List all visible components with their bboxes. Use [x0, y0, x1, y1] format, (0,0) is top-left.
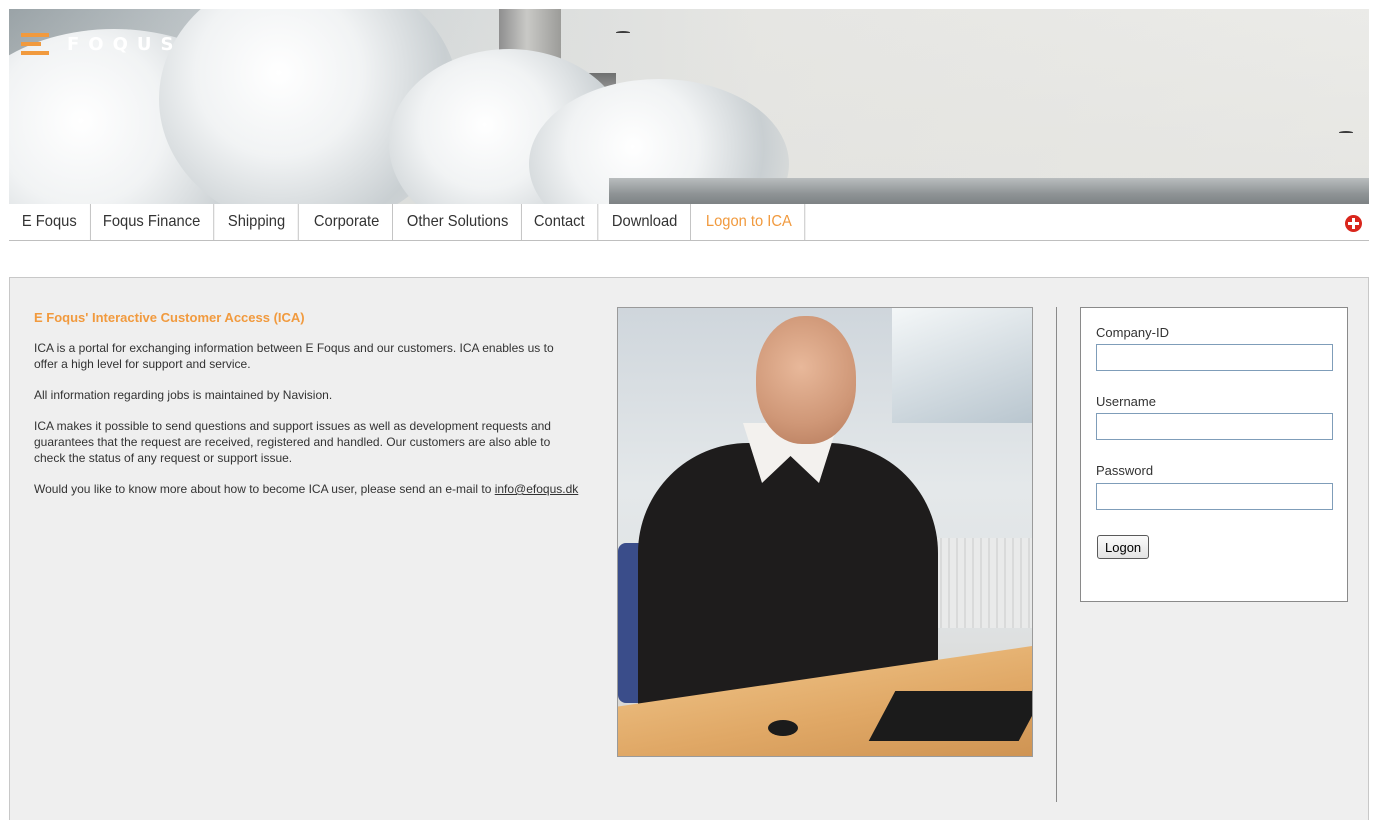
nav-item-corporate[interactable]: Corporate — [301, 204, 393, 240]
info-paragraph: ICA makes it possible to send questions … — [34, 419, 551, 465]
page-title: E Foqus' Interactive Customer Access (IC… — [34, 310, 305, 325]
nav-item-download[interactable]: Download — [599, 204, 692, 240]
ica-info: E Foqus' Interactive Customer Access (IC… — [34, 310, 579, 512]
nav-item-shipping[interactable]: Shipping — [215, 204, 300, 240]
nav-item-logon-to-ica[interactable]: Logon to ICA — [693, 204, 807, 240]
sea-image — [609, 178, 1369, 204]
bird-icon — [616, 31, 630, 34]
nav-item-foqus-finance[interactable]: Foqus Finance — [90, 204, 214, 240]
company-id-field[interactable] — [1096, 344, 1333, 371]
password-label: Password — [1096, 463, 1154, 478]
contact-text: Would you like to know more about how to… — [34, 482, 495, 496]
username-label: Username — [1096, 394, 1156, 409]
header-banner: FOQUS — [9, 9, 1369, 204]
support-agent-photo — [617, 307, 1033, 757]
login-form: Company-ID Username Password Logon — [1080, 307, 1348, 602]
username-field[interactable] — [1096, 413, 1333, 440]
bird-icon — [1339, 131, 1353, 134]
password-field[interactable] — [1096, 483, 1333, 510]
logo-text: FOQUS — [67, 33, 183, 55]
nav-item-other-solutions[interactable]: Other Solutions — [394, 204, 523, 240]
nav-item-e-foqus[interactable]: E Foqus — [9, 204, 91, 240]
company-id-label: Company-ID — [1096, 325, 1169, 340]
contact-email-link[interactable]: info@efoqus.dk — [495, 482, 579, 496]
nav-item-contact[interactable]: Contact — [521, 204, 599, 240]
main-nav: E Foqus Foqus Finance Shipping Corporate… — [9, 204, 1369, 241]
plus-circle-icon[interactable] — [1345, 215, 1362, 232]
info-paragraph: All information regarding jobs is mainta… — [34, 388, 333, 402]
contact-paragraph: Would you like to know more about how to… — [34, 481, 579, 497]
logo-mark-icon — [21, 33, 49, 55]
logon-button[interactable]: Logon — [1097, 535, 1150, 559]
vertical-divider — [1056, 307, 1057, 802]
info-paragraph: ICA is a portal for exchanging informati… — [34, 341, 554, 371]
content-panel: E Foqus' Interactive Customer Access (IC… — [9, 277, 1369, 820]
logo[interactable]: FOQUS — [21, 33, 182, 55]
